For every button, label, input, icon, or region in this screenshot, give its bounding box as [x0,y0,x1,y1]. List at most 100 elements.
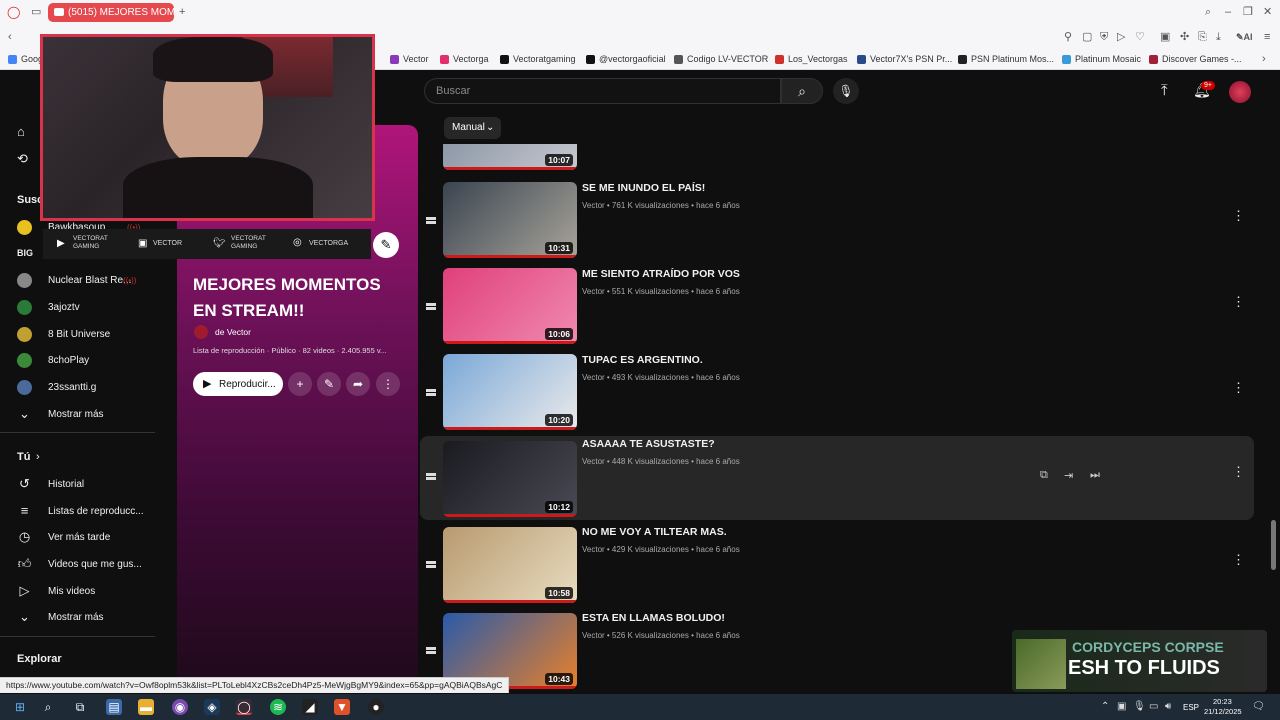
play-all-button[interactable]: ▶ Reproducir... [193,372,283,396]
sidebar-item-liked[interactable]: 👍︎ Videos que me gus... [0,551,160,577]
send-icon[interactable]: ▷ [1117,31,1125,43]
microphone-tray-icon[interactable]: 🎙 [1133,701,1146,712]
spotify-icon[interactable]: ≋ [270,699,286,715]
bookmark-item[interactable]: Vectoratgaming [500,54,576,64]
bookmark-item[interactable]: Discover Games -... [1149,54,1242,64]
kebab-menu-icon[interactable]: ⋮ [1232,380,1245,396]
playlist-video-row[interactable]: ▬ ▬ 10:20 TUPAC ES ARGENTINO. Vector • 493 K… [420,352,1254,436]
restore-icon[interactable]: ❐ [1243,6,1253,18]
playlist-video-row[interactable]: 10:07 [420,144,1254,172]
subscription-item[interactable]: 23ssantti.g [0,374,160,400]
search-icon[interactable]: ⌕ [40,699,56,715]
windows-start-icon[interactable]: ⊞ [12,699,28,715]
bookmark-item[interactable]: Vectorga [440,54,489,64]
bookmark-icon[interactable]: ⎘ [1198,31,1207,43]
video-title[interactable]: TUPAC ES ARGENTINO. [582,354,703,366]
puzzle-icon[interactable]: ✣ [1180,31,1189,43]
more-actions-button[interactable]: ⋮ [376,372,400,396]
edit-button[interactable]: ✎ [317,372,341,396]
bookmark-item[interactable]: Vector [390,54,429,64]
task-view-icon[interactable]: ⧉ [72,699,88,715]
steam-icon[interactable]: ◈ [204,699,220,715]
subscription-item[interactable]: 3ajoztv [0,294,160,320]
search-tabs-icon[interactable]: ⌕ [1205,6,1211,18]
minimize-icon[interactable]: – [1225,6,1231,18]
clock-date[interactable]: 21/12/2025 [1204,707,1242,716]
drag-handle-icon[interactable]: ▬ ▬ [426,299,438,313]
back-icon[interactable]: ‹ [8,31,12,43]
menu-icon[interactable]: ≡ [1264,31,1270,43]
clock-time[interactable]: 20:23 [1213,697,1232,706]
sidebar-item-my-videos[interactable]: ▷ Mis videos [0,578,160,604]
kebab-menu-icon[interactable]: ⋮ [1232,208,1245,224]
bookmark-item[interactable]: Platinum Mosaic [1062,54,1141,64]
bookmark-item[interactable]: Codigo LV-VECTOR [674,54,768,64]
obs-icon[interactable]: ● [368,699,384,715]
opera-logo-icon[interactable]: ◯ [7,6,20,18]
tray-chevron-icon[interactable]: ⌃ [1101,701,1109,712]
bookmark-item[interactable]: PSN Platinum Mos... [958,54,1054,64]
drag-handle-icon[interactable]: ▬ ▬ [426,469,438,483]
playlist-video-row[interactable]: ▬ ▬ 10:31 SE ME INUNDO EL PAÍS! Vector • 761… [420,180,1254,264]
you-heading[interactable]: Tú › [0,444,160,470]
video-thumbnail[interactable]: 10:07 [443,144,577,170]
opera-icon[interactable]: ◯ [236,699,252,715]
play-next-icon[interactable]: ⏭ [1090,469,1100,482]
playlist-video-row[interactable]: ▬ ▬ 10:12 ASAAAA TE ASUSTASTE? Vector • 448 … [420,436,1254,520]
tray-app-icon[interactable]: ▣ [1117,701,1126,712]
language-indicator[interactable]: ESP [1183,703,1199,712]
video-thumbnail[interactable]: 10:20 [443,354,577,430]
notifications-icon[interactable]: 🗨︎ [1252,701,1265,712]
voice-search-button[interactable]: 🎙 [833,78,859,104]
folder-icon[interactable]: ▬ [138,699,154,715]
owner-avatar[interactable] [194,325,208,339]
download-icon[interactable]: ⤓ [1216,31,1221,43]
video-thumbnail[interactable]: 10:06 [443,268,577,344]
show-more-subscriptions[interactable]: ⌄ Mostrar más [0,401,160,427]
snapshot-icon[interactable]: ▢ [1082,31,1092,43]
playlist-video-row[interactable]: ▬ ▬ 10:58 NO ME VOY A TILTEAR MAS. Vector • … [420,524,1254,608]
drag-handle-icon[interactable]: ▬ ▬ [426,643,438,657]
edit-thumbnail-button[interactable]: ✎ [373,232,399,258]
app-icon[interactable]: ◢ [302,699,318,715]
move-to-top-icon[interactable]: ⇥ [1064,469,1073,482]
kebab-menu-icon[interactable]: ⋮ [1232,294,1245,310]
bookmark-item[interactable]: @vectorgaoficial [586,54,666,64]
sidebar-item-history[interactable]: ↺ Historial [0,471,160,497]
search-input[interactable]: Buscar [424,78,781,104]
heart-icon[interactable]: ♡ [1135,31,1145,43]
close-window-icon[interactable]: ✕ [1263,6,1272,18]
shield-icon[interactable]: ⛨ [1100,31,1108,43]
video-thumbnail[interactable]: 10:58 [443,527,577,603]
add-to-queue-icon[interactable]: ⧉ [1040,469,1048,482]
sort-dropdown[interactable]: Manual ⌄ [444,117,501,139]
account-avatar[interactable] [1229,81,1251,103]
share-button[interactable]: ➦ [346,372,370,396]
sidebar-item-playlists[interactable]: ≡ Listas de reproducc... [0,498,160,524]
sidebar-item-watch-later[interactable]: ◷ Ver más tarde [0,524,160,550]
more-bookmarks-icon[interactable]: › [1262,53,1266,65]
subscription-item[interactable]: Nuclear Blast Re... ((•)) [0,267,160,293]
video-title[interactable]: NO ME VOY A TILTEAR MAS. [582,526,727,538]
video-thumbnail[interactable]: 10:12 [443,441,577,517]
drag-handle-icon[interactable]: ▬ ▬ [426,213,438,227]
discord-icon[interactable]: ◉ [172,699,188,715]
new-tab-icon[interactable]: + [179,6,185,18]
tab-active[interactable]: (5015) MEJORES MOMEN [48,3,174,22]
add-button[interactable]: + [288,372,312,396]
video-title[interactable]: SE ME INUNDO EL PAÍS! [582,182,705,194]
tabs-icon[interactable]: ▭ [31,6,41,18]
extension-icon[interactable]: ▣ [1160,31,1170,43]
bookmark-item[interactable]: Goog [8,54,43,64]
scrollbar-thumb[interactable] [1271,520,1276,570]
pin-icon[interactable]: ⚲ [1064,31,1072,43]
shorts-icon[interactable]: ⟲ [17,151,28,167]
network-icon[interactable]: ▭ [1149,701,1158,712]
video-title[interactable]: ASAAAA TE ASUSTASTE? [582,438,715,450]
drag-handle-icon[interactable]: ▬ ▬ [426,385,438,399]
brave-icon[interactable]: ▼ [334,699,350,715]
playlist-owner[interactable]: de Vector [215,327,251,337]
kebab-menu-icon[interactable]: ⋮ [1232,552,1245,568]
playlist-video-row[interactable]: ▬ ▬ 10:06 ME SIENTO ATRAÍDO POR VOS Vector •… [420,266,1254,350]
kebab-menu-icon[interactable]: ⋮ [1232,464,1245,480]
